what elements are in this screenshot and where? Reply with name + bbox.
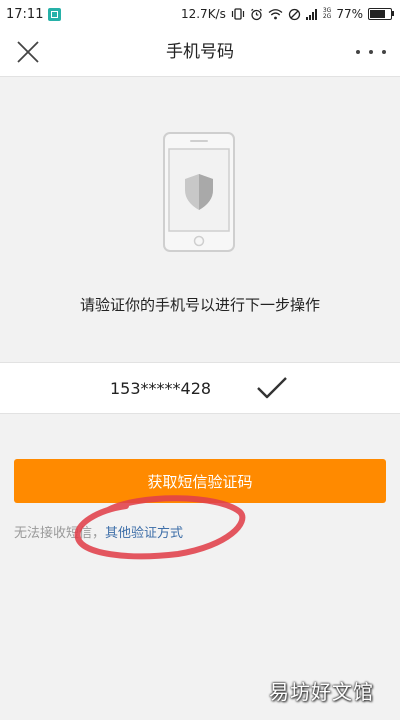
page-title: 手机号码 xyxy=(166,42,234,62)
status-time: 17:11 xyxy=(6,6,44,22)
phone-number: 153*****428 xyxy=(110,379,212,398)
status-bar: 17:11 12.7K/s 3G 2G 77% xyxy=(0,0,400,28)
screenshot-icon xyxy=(48,7,62,21)
network-type-bottom: 2G xyxy=(322,13,332,20)
verification-prompt: 请验证你的手机号以进行下一步操作 xyxy=(79,296,320,314)
other-verification-link[interactable]: 其他验证方式 xyxy=(105,526,183,541)
close-button[interactable] xyxy=(14,38,42,66)
phone-shield-icon xyxy=(163,132,235,252)
get-sms-code-button[interactable]: 获取短信验证码 xyxy=(14,459,386,503)
phone-number-row: 153*****428 xyxy=(0,362,400,414)
more-dot-icon xyxy=(356,50,360,54)
more-options-button[interactable] xyxy=(356,40,386,64)
vibrate-icon xyxy=(231,8,244,20)
signal-icon xyxy=(305,8,317,20)
battery-percent: 77% xyxy=(336,7,363,21)
network-speed: 12.7K/s xyxy=(180,7,226,21)
status-right: 12.7K/s 3G 2G 77% xyxy=(180,0,394,28)
more-dot-icon xyxy=(369,50,373,54)
watermark: 易坊好文馆 xyxy=(269,680,374,704)
status-left: 17:11 xyxy=(6,6,62,22)
more-dot-icon xyxy=(382,50,386,54)
alarm-icon xyxy=(250,8,262,20)
alternative-verification-row: 无法接收短信，其他验证方式 xyxy=(14,522,183,541)
wifi-icon xyxy=(268,9,283,20)
alternative-prefix: 无法接收短信， xyxy=(14,526,106,541)
check-icon xyxy=(257,377,287,399)
close-icon xyxy=(17,41,39,63)
network-type: 3G 2G xyxy=(323,8,331,20)
do-not-disturb-icon xyxy=(288,8,301,20)
nav-bar: 手机号码 xyxy=(0,28,400,77)
battery-fill xyxy=(370,10,386,18)
battery-icon xyxy=(368,8,394,20)
